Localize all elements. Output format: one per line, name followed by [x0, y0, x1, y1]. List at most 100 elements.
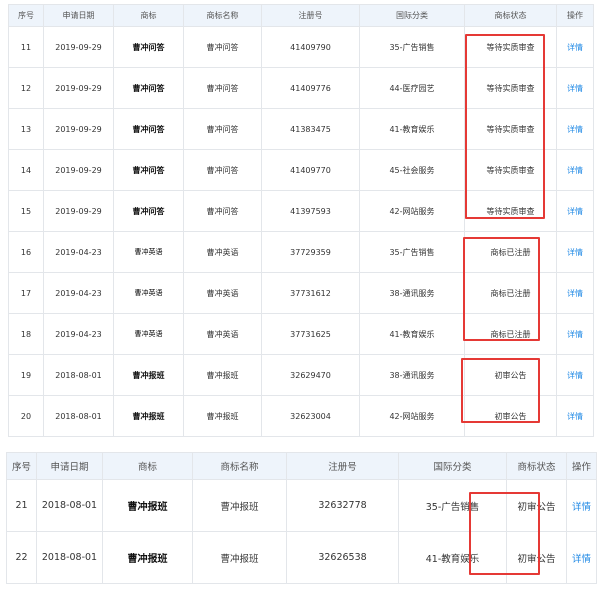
row-number: 16	[8, 231, 44, 273]
header-mark: 商标	[113, 4, 184, 27]
trademark-status: 初审公告	[506, 531, 567, 584]
international-class: 38-通讯服务	[359, 354, 465, 396]
header-no: 序号	[6, 452, 37, 480]
row-number: 17	[8, 272, 44, 314]
registration-number: 32626538	[286, 531, 399, 584]
header-name: 商标名称	[192, 452, 287, 480]
trademark-logo: 曹冲报班	[113, 354, 184, 396]
header-class: 国际分类	[359, 4, 465, 27]
detail-link[interactable]: 详情	[556, 272, 594, 314]
trademark-logo: 曹冲英语	[113, 231, 184, 273]
table-header-row: 序号 申请日期 商标 商标名称 注册号 国际分类 商标状态 操作	[6, 452, 597, 480]
detail-link[interactable]: 详情	[556, 313, 594, 355]
table-row: 11 2019-09-29 曹冲问答 曹冲问答 41409790 35-广告销售 等待实质审…	[8, 26, 594, 68]
international-class: 42-网站服务	[359, 190, 465, 232]
header-status: 商标状态	[506, 452, 567, 480]
trademark-status: 等待实质审查	[464, 67, 557, 109]
application-date: 2019-04-23	[43, 313, 114, 355]
header-reg: 注册号	[286, 452, 399, 480]
trademark-status: 等待实质审查	[464, 190, 557, 232]
international-class: 35-广告销售	[359, 26, 465, 68]
trademark-logo: 曹冲报班	[113, 395, 184, 437]
row-number: 11	[8, 26, 44, 68]
trademark-logo: 曹冲问答	[113, 67, 184, 109]
international-class: 42-网站服务	[359, 395, 465, 437]
table-row: 14 2019-09-29 曹冲问答 曹冲问答 41409770 45-社会服务 等待实质审…	[8, 149, 594, 191]
header-mark: 商标	[102, 452, 193, 480]
trademark-logo: 曹冲问答	[113, 108, 184, 150]
row-number: 15	[8, 190, 44, 232]
international-class: 35-广告销售	[359, 231, 465, 273]
trademark-status: 等待实质审查	[464, 26, 557, 68]
trademark-name: 曹冲问答	[183, 149, 262, 191]
table-row: 20 2018-08-01 曹冲报班 曹冲报班 32623004 42-网站服务 初审公告详…	[8, 395, 594, 437]
trademark-logo: 曹冲问答	[113, 26, 184, 68]
registration-number: 32629470	[261, 354, 360, 396]
detail-link[interactable]: 详情	[556, 395, 594, 437]
detail-link[interactable]: 详情	[556, 354, 594, 396]
application-date: 2019-09-29	[43, 190, 114, 232]
detail-link[interactable]: 详情	[556, 190, 594, 232]
trademark-status: 初审公告	[506, 479, 567, 532]
header-reg: 注册号	[261, 4, 360, 27]
header-action: 操作	[556, 4, 594, 27]
trademark-logo: 曹冲报班	[102, 531, 193, 584]
table-row: 16 2019-04-23 曹冲英语 曹冲英语 37729359 35-广告销售 商标已注册…	[8, 231, 594, 273]
trademark-status: 初审公告	[464, 395, 557, 437]
trademark-logo: 曹冲问答	[113, 149, 184, 191]
row-number: 21	[6, 479, 37, 532]
registration-number: 37729359	[261, 231, 360, 273]
trademark-status: 等待实质审查	[464, 108, 557, 150]
table-row: 13 2019-09-29 曹冲问答 曹冲问答 41383475 41-教育娱乐 等待实质审…	[8, 108, 594, 150]
trademark-status: 商标已注册	[464, 313, 557, 355]
trademark-name: 曹冲英语	[183, 313, 262, 355]
row-number: 18	[8, 313, 44, 355]
trademark-status: 商标已注册	[464, 231, 557, 273]
header-date: 申请日期	[36, 452, 103, 480]
trademark-logo: 曹冲英语	[113, 313, 184, 355]
detail-link[interactable]: 详情	[566, 531, 597, 584]
header-action: 操作	[566, 452, 597, 480]
row-number: 22	[6, 531, 37, 584]
application-date: 2018-08-01	[43, 395, 114, 437]
trademark-name: 曹冲英语	[183, 272, 262, 314]
registration-number: 37731625	[261, 313, 360, 355]
detail-link[interactable]: 详情	[566, 479, 597, 532]
detail-link[interactable]: 详情	[556, 108, 594, 150]
detail-link[interactable]: 详情	[556, 231, 594, 273]
application-date: 2018-08-01	[36, 479, 103, 532]
trademark-name: 曹冲问答	[183, 26, 262, 68]
header-class: 国际分类	[398, 452, 507, 480]
trademark-logo: 曹冲英语	[113, 272, 184, 314]
detail-link[interactable]: 详情	[556, 67, 594, 109]
trademark-name: 曹冲英语	[183, 231, 262, 273]
international-class: 41-教育娱乐	[359, 108, 465, 150]
row-number: 12	[8, 67, 44, 109]
registration-number: 41409770	[261, 149, 360, 191]
table-row: 12 2019-09-29 曹冲问答 曹冲问答 41409776 44-医疗园艺 等待实质审…	[8, 67, 594, 109]
trademark-table-2: 序号 申请日期 商标 商标名称 注册号 国际分类 商标状态 操作 21 2018-…	[6, 452, 597, 584]
detail-link[interactable]: 详情	[556, 26, 594, 68]
international-class: 41-教育娱乐	[398, 531, 507, 584]
trademark-name: 曹冲问答	[183, 108, 262, 150]
table-row: 18 2019-04-23 曹冲英语 曹冲英语 37731625 41-教育娱乐 商标已注册…	[8, 313, 594, 355]
trademark-name: 曹冲问答	[183, 190, 262, 232]
registration-number: 41409790	[261, 26, 360, 68]
application-date: 2019-04-23	[43, 272, 114, 314]
international-class: 41-教育娱乐	[359, 313, 465, 355]
registration-number: 41409776	[261, 67, 360, 109]
application-date: 2019-09-29	[43, 149, 114, 191]
trademark-status: 初审公告	[464, 354, 557, 396]
row-number: 19	[8, 354, 44, 396]
registration-number: 41383475	[261, 108, 360, 150]
registration-number: 37731612	[261, 272, 360, 314]
application-date: 2018-08-01	[43, 354, 114, 396]
header-no: 序号	[8, 4, 44, 27]
table-header-row: 序号 申请日期 商标 商标名称 注册号 国际分类 商标状态 操作	[8, 4, 594, 27]
table-row: 17 2019-04-23 曹冲英语 曹冲英语 37731612 38-通讯服务 商标已注册…	[8, 272, 594, 314]
application-date: 2019-09-29	[43, 26, 114, 68]
detail-link[interactable]: 详情	[556, 149, 594, 191]
header-name: 商标名称	[183, 4, 262, 27]
row-number: 13	[8, 108, 44, 150]
table-row: 19 2018-08-01 曹冲报班 曹冲报班 32629470 38-通讯服务 初审公告详…	[8, 354, 594, 396]
